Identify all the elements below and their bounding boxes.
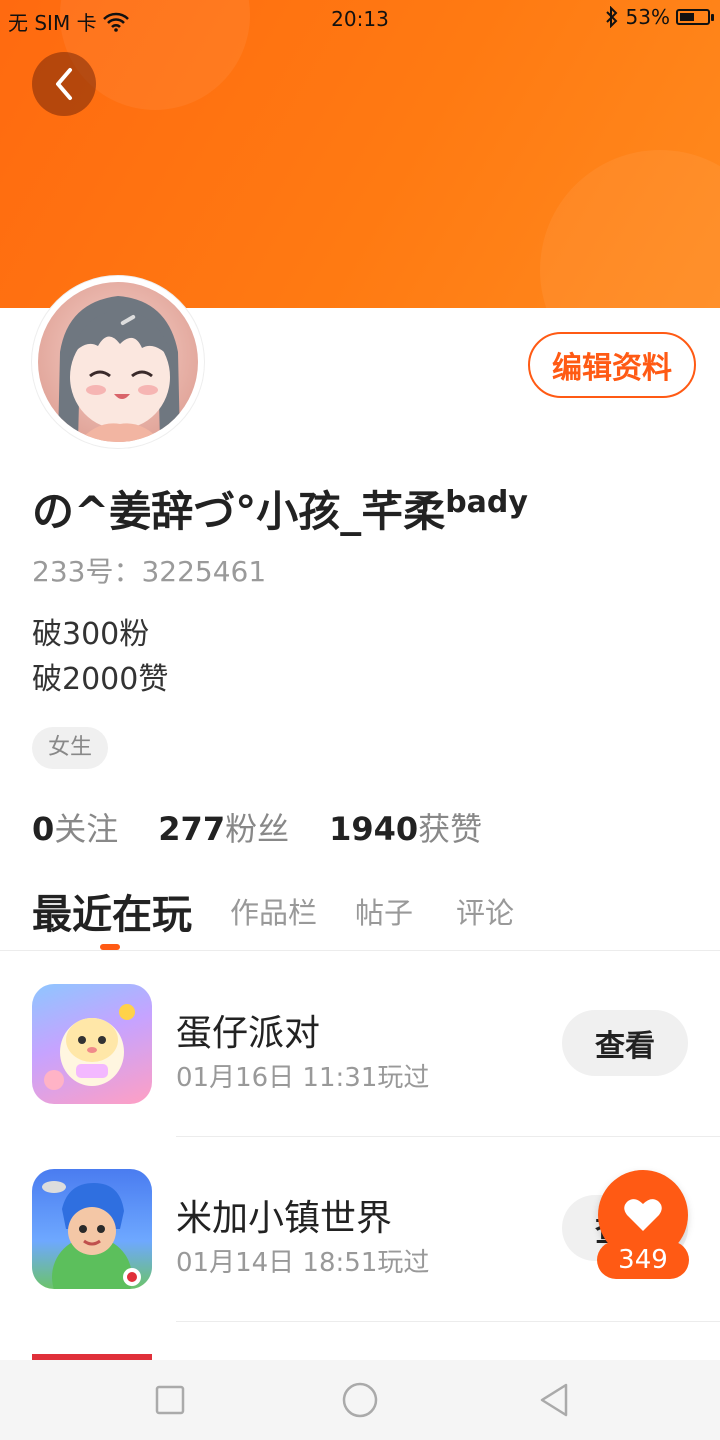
miga-character-icon [42, 1181, 141, 1289]
stat-number: 277 [158, 810, 226, 848]
eggy-character-icon [44, 1004, 135, 1090]
edit-profile-button[interactable]: 编辑资料 [528, 332, 696, 398]
last-played-time: 01月16日 11:31玩过 [176, 1063, 430, 1093]
game-name: 蛋仔派对 [176, 1013, 321, 1054]
back-button[interactable] [32, 52, 96, 116]
triangle-back-icon[interactable] [534, 1380, 574, 1420]
battery-percent: 53% [625, 5, 670, 29]
stat-likes[interactable]: 1940获赞 [329, 804, 482, 850]
tab-posts[interactable]: 帖子 [355, 890, 413, 932]
bio-line: 破300粉 [32, 617, 150, 652]
circle-icon[interactable] [340, 1380, 380, 1420]
battery-icon [676, 9, 714, 25]
username-text: の^姜辞づ°小孩_芊柔 [32, 487, 446, 536]
game-name: 米加小镇世界 [176, 1198, 393, 1239]
chevron-left-icon [56, 68, 72, 100]
avatar[interactable] [32, 276, 204, 448]
gender-tag: 女生 [32, 727, 109, 769]
game-icon-eggy-party [32, 984, 152, 1104]
heart-icon [624, 1199, 662, 1231]
tab-works[interactable]: 作品栏 [230, 890, 317, 932]
square-icon[interactable] [150, 1380, 190, 1420]
stat-following[interactable]: 0关注 [32, 804, 118, 850]
profile-stats: 0关注 277粉丝 1940获赞 [32, 804, 482, 850]
divider [0, 950, 720, 951]
last-played-time: 01月14日 18:51玩过 [176, 1248, 430, 1278]
stat-number: 1940 [329, 810, 419, 848]
stat-label: 粉丝 [225, 810, 290, 848]
username: の^姜辞づ°小孩_芊柔bady [32, 478, 528, 539]
divider [176, 1321, 720, 1322]
system-nav-bar [0, 1360, 720, 1440]
profile-banner [0, 0, 720, 308]
stat-number: 0 [32, 810, 55, 848]
stat-label: 关注 [54, 810, 119, 848]
view-button[interactable]: 查看 [562, 1010, 688, 1076]
like-count: 349 [597, 1241, 689, 1279]
stat-label: 获赞 [418, 810, 483, 848]
avatar-illustration [58, 296, 180, 442]
username-suffix: bady [445, 485, 528, 520]
avatar-image [38, 282, 198, 442]
bluetooth-icon [605, 6, 617, 28]
banner-decoration [540, 150, 720, 308]
tab-recently-played[interactable]: 最近在玩 [32, 882, 192, 940]
content-tabs: 最近在玩 作品栏 帖子 评论 [32, 880, 692, 950]
list-item[interactable]: 蛋仔派对 01月16日 11:31玩过 查看 [0, 952, 720, 1137]
game-icon-miga-town [32, 1169, 152, 1289]
status-bar: 无 SIM 卡 20:13 53% [0, 0, 720, 38]
tab-comments[interactable]: 评论 [456, 890, 514, 932]
user-id: 233号：3225461 [32, 555, 267, 588]
stat-followers[interactable]: 277粉丝 [158, 804, 289, 850]
bio: 破300粉 破2000赞 [32, 612, 168, 702]
bio-line: 破2000赞 [32, 662, 169, 697]
battery-level [680, 13, 694, 21]
